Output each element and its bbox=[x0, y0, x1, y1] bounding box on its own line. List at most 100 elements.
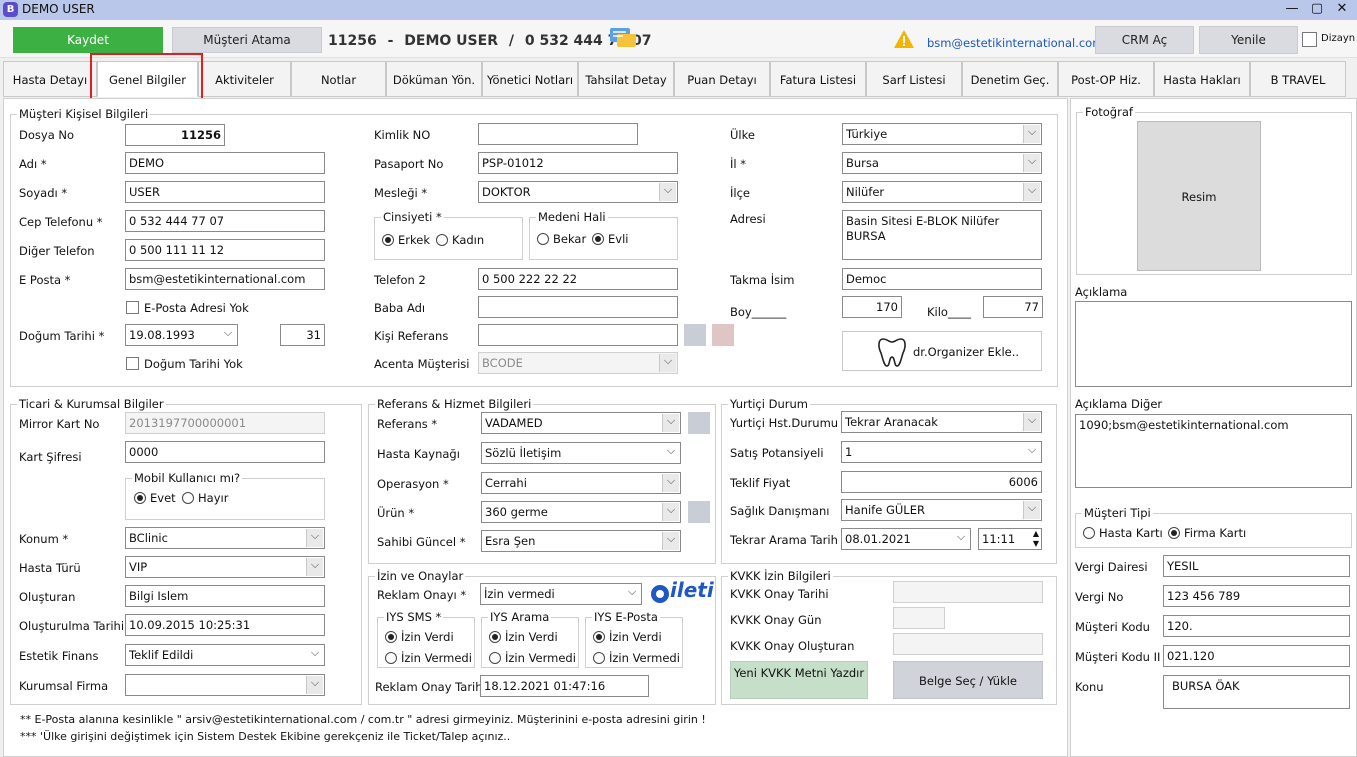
organizer-button[interactable]: dr.Organizer Ekle.. bbox=[842, 331, 1042, 371]
tab-sarf-listesi[interactable]: Sarf Listesi bbox=[866, 61, 962, 97]
design-checkbox[interactable] bbox=[1302, 32, 1317, 47]
tekrar-date-picker[interactable]: 08.01.2021 bbox=[841, 528, 971, 550]
crm-button[interactable]: CRM Aç bbox=[1095, 26, 1194, 54]
sahibi-select[interactable]: Esra Şen bbox=[481, 530, 681, 552]
tab-dokuman[interactable]: Döküman Yön. bbox=[386, 61, 482, 97]
refresh-button[interactable]: Yenile bbox=[1199, 26, 1298, 54]
close-icon[interactable]: ✕ bbox=[1328, 0, 1356, 20]
upload-document-button[interactable]: Belge Seç / Yükle bbox=[893, 661, 1043, 699]
eposta-verdi-radio[interactable] bbox=[593, 631, 605, 643]
evli-option[interactable]: Evli bbox=[592, 232, 628, 246]
urun-add-button[interactable] bbox=[688, 501, 710, 523]
il-select[interactable]: Bursa bbox=[842, 152, 1042, 174]
assign-button[interactable]: Müşteri Atama bbox=[172, 27, 322, 53]
firma-karti-option[interactable]: Firma Kartı bbox=[1168, 526, 1246, 540]
eposta-field[interactable]: bsm@estetikinternational.com bbox=[125, 268, 325, 290]
kadin-option[interactable]: Kadın bbox=[436, 233, 484, 247]
danisman-select[interactable]: Hanife GÜLER bbox=[841, 499, 1042, 521]
ulke-select[interactable]: Türkiye bbox=[842, 123, 1042, 145]
tab-yonetici-notlari[interactable]: Yönetici Notları bbox=[482, 61, 578, 97]
tab-fatura-listesi[interactable]: Fatura Listesi bbox=[770, 61, 866, 97]
acenta-select[interactable]: BCODE bbox=[478, 352, 678, 374]
takma-field[interactable]: Democ bbox=[842, 268, 1042, 290]
tab-notlar[interactable]: Notlar bbox=[291, 61, 386, 97]
arama-vermedi-radio[interactable] bbox=[489, 652, 501, 664]
soyadi-field[interactable]: USER bbox=[125, 181, 325, 203]
aciklama-diger-field[interactable]: 1090;bsm@estetikinternational.com bbox=[1075, 414, 1352, 488]
cep-field[interactable]: 0 532 444 77 07 bbox=[125, 210, 325, 232]
kadin-radio[interactable] bbox=[436, 234, 448, 246]
bekar-option[interactable]: Bekar bbox=[537, 232, 586, 246]
pasaport-field[interactable]: PSP-01012 bbox=[478, 152, 678, 174]
hst-select[interactable]: Tekrar Aranacak bbox=[841, 411, 1042, 433]
kisi-ref-clear-button[interactable] bbox=[712, 324, 734, 346]
firma-karti-radio[interactable] bbox=[1168, 527, 1180, 539]
eposta-vermedi-option[interactable]: İzin Vermedi bbox=[593, 651, 680, 665]
save-button[interactable]: Kaydet bbox=[13, 27, 163, 53]
meslek-select[interactable]: DOKTOR bbox=[478, 181, 678, 203]
adres-field[interactable]: Basin Sitesi E-BLOK Nilüfer BURSA bbox=[842, 210, 1042, 260]
eposta-yok-checkbox[interactable] bbox=[126, 301, 139, 314]
bekar-radio[interactable] bbox=[537, 233, 549, 245]
evet-option[interactable]: Evet bbox=[134, 491, 176, 505]
ref-select[interactable]: VADAMED bbox=[481, 412, 681, 434]
finans-select[interactable]: Teklif Edildi bbox=[125, 644, 325, 666]
musteri-kodu2-field[interactable]: 021.120 bbox=[1163, 645, 1350, 667]
aciklama-field[interactable] bbox=[1075, 301, 1352, 387]
eposta-vermedi-radio[interactable] bbox=[593, 652, 605, 664]
tab-puan-detayi[interactable]: Puan Detayı bbox=[674, 61, 770, 97]
header-email[interactable]: bsm@estetikinternational.com bbox=[927, 36, 1103, 50]
chat-icon[interactable] bbox=[609, 27, 637, 51]
kilo-field[interactable]: 77 bbox=[983, 296, 1043, 318]
tab-denetim[interactable]: Denetim Geç. bbox=[962, 61, 1058, 97]
baba-field[interactable] bbox=[478, 296, 678, 318]
tab-aktiviteler[interactable]: Aktiviteler bbox=[198, 61, 291, 97]
kisi-ref-field[interactable] bbox=[478, 324, 678, 346]
photo-placeholder[interactable]: Resim bbox=[1137, 121, 1261, 271]
diger-tel-field[interactable]: 0 500 111 11 12 bbox=[125, 239, 325, 261]
urun-select[interactable]: 360 germe bbox=[481, 501, 681, 523]
tel2-field[interactable]: 0 500 222 22 22 bbox=[478, 268, 678, 290]
age-field[interactable]: 31 bbox=[280, 324, 325, 346]
dosya-no-field[interactable]: 11256 bbox=[125, 124, 225, 146]
kvkk-gun-field[interactable] bbox=[893, 607, 945, 629]
tab-hasta-haklari[interactable]: Hasta Hakları bbox=[1154, 61, 1250, 97]
sifre-field[interactable]: 0000 bbox=[125, 441, 325, 463]
musteri-kodu-field[interactable]: 120. bbox=[1163, 615, 1350, 637]
satis-select[interactable]: 1 bbox=[841, 441, 1042, 463]
konu-field[interactable]: BURSA ÖAK bbox=[1163, 675, 1350, 709]
ref-add-button[interactable] bbox=[688, 412, 710, 434]
operasyon-select[interactable]: Cerrahi bbox=[481, 472, 681, 494]
reklam-tarih-field[interactable]: 18.12.2021 01:47:16 bbox=[480, 675, 649, 697]
olus-tarih-field[interactable]: 10.09.2015 10:25:31 bbox=[125, 614, 325, 636]
tekrar-time-field[interactable]: 11:11 ▲ ▼ bbox=[978, 528, 1042, 550]
ilce-select[interactable]: Nilüfer bbox=[842, 181, 1042, 203]
sms-verdi-option[interactable]: İzin Verdi bbox=[385, 630, 454, 644]
mirror-field[interactable]: 2013197700000001 bbox=[125, 412, 325, 434]
erkek-option[interactable]: Erkek bbox=[382, 233, 430, 247]
kimlik-field[interactable] bbox=[478, 123, 638, 145]
teklif-field[interactable]: 6006 bbox=[841, 471, 1042, 493]
vergi-dairesi-field[interactable]: YESIL bbox=[1163, 555, 1350, 577]
kvkk-tarih-field[interactable] bbox=[893, 581, 1043, 603]
dogum-yok-checkbox[interactable] bbox=[126, 357, 139, 370]
konum-select[interactable]: BClinic bbox=[125, 527, 325, 549]
evli-radio[interactable] bbox=[592, 233, 604, 245]
vergi-no-field[interactable]: 123 456 789 bbox=[1163, 585, 1350, 607]
sms-verdi-radio[interactable] bbox=[385, 631, 397, 643]
hasta-karti-option[interactable]: Hasta Kartı bbox=[1083, 526, 1163, 540]
firma-select[interactable] bbox=[125, 674, 325, 696]
sms-vermedi-option[interactable]: İzin Vermedi bbox=[385, 651, 472, 665]
kisi-ref-search-button[interactable] bbox=[684, 324, 706, 346]
minimize-icon[interactable]: — bbox=[1278, 0, 1306, 20]
new-kvkk-button[interactable]: Yeni KVKK Metni Yazdır bbox=[730, 661, 868, 699]
arama-verdi-radio[interactable] bbox=[489, 631, 501, 643]
boy-field[interactable]: 170 bbox=[842, 296, 902, 318]
arama-vermedi-option[interactable]: İzin Vermedi bbox=[489, 651, 576, 665]
hayir-radio[interactable] bbox=[182, 492, 194, 504]
hayir-option[interactable]: Hayır bbox=[182, 491, 228, 505]
dogum-date-picker[interactable]: 19.08.1993 bbox=[125, 324, 238, 346]
tur-select[interactable]: VIP bbox=[125, 556, 325, 578]
eposta-verdi-option[interactable]: İzin Verdi bbox=[593, 630, 662, 644]
arama-verdi-option[interactable]: İzin Verdi bbox=[489, 630, 558, 644]
